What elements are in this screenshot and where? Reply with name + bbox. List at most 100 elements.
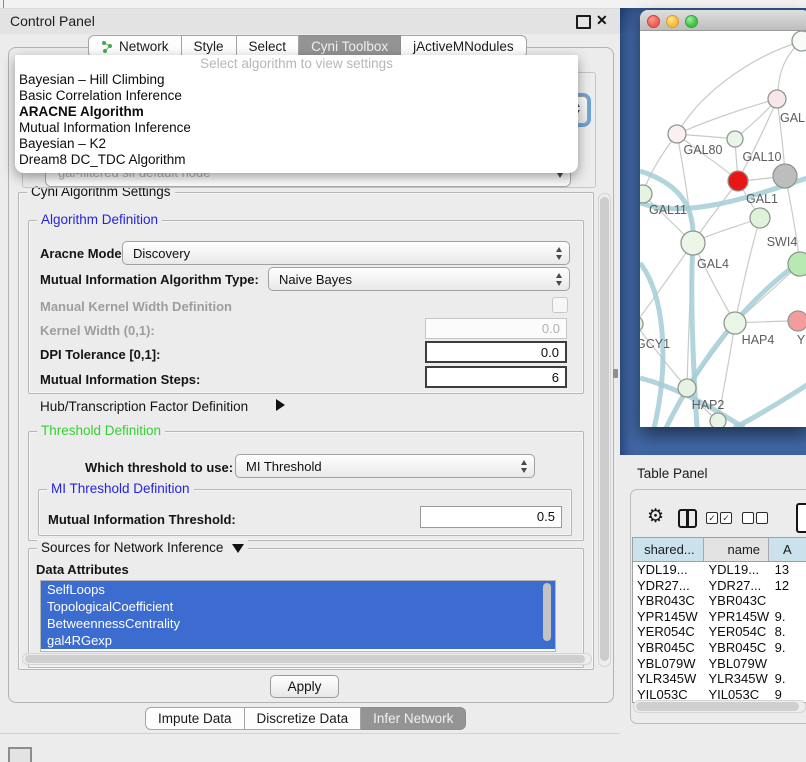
settings-horizontal-scrollbar[interactable] xyxy=(22,653,592,665)
algorithm-option[interactable]: Basic Correlation Inference xyxy=(15,88,578,104)
scrollbar-thumb[interactable] xyxy=(600,197,609,661)
algorithm-option[interactable]: Bayesian – K2 xyxy=(15,136,578,152)
table-row[interactable]: YER054CYER054C8. xyxy=(633,624,806,640)
checked-checkbox-icon[interactable]: ✓ xyxy=(706,512,718,524)
table-row[interactable]: YBR045CYBR045C9. xyxy=(633,640,806,656)
apply-button[interactable]: Apply xyxy=(270,675,339,698)
scrollbar-thumb[interactable] xyxy=(543,583,551,641)
aracne-mode-combo[interactable]: Discovery xyxy=(122,241,570,265)
aracne-mode-label: Aracne Mode: xyxy=(40,246,126,261)
network-node[interactable] xyxy=(792,31,806,51)
collapsed-arrow-icon[interactable] xyxy=(276,399,285,411)
expanded-arrow-icon[interactable] xyxy=(232,544,244,553)
network-node[interactable] xyxy=(768,90,786,108)
network-node[interactable] xyxy=(640,185,652,203)
algorithm-option[interactable]: Dream8 DC_TDC Algorithm xyxy=(15,152,578,168)
network-node[interactable] xyxy=(727,131,743,147)
network-edge xyxy=(738,99,777,181)
minimize-traffic-light[interactable] xyxy=(666,15,679,28)
column-header[interactable]: name xyxy=(704,538,769,561)
tab-label: Infer Network xyxy=(373,708,453,729)
network-node[interactable] xyxy=(678,379,696,397)
network-edge xyxy=(693,243,735,323)
tab-impute-data[interactable]: Impute Data xyxy=(145,707,245,730)
mi-threshold-input[interactable]: 0.5 xyxy=(420,506,562,528)
data-attribute-item[interactable]: gal4RGexp xyxy=(41,632,555,649)
table-cell: YLR345W xyxy=(633,671,705,687)
node-table: shared...nameA YDL19...YDL19...13YDR27..… xyxy=(632,537,806,703)
mi-steps-input[interactable]: 6 xyxy=(425,366,567,388)
column-header[interactable]: shared... xyxy=(633,538,704,561)
tab-label: Cyni Toolbox xyxy=(311,36,388,57)
zoom-traffic-light[interactable] xyxy=(685,15,698,28)
which-threshold-label: Which threshold to use: xyxy=(85,460,233,475)
threshold-definition-title: Threshold Definition xyxy=(37,423,165,438)
table-row[interactable]: YBR043CYBR043C xyxy=(633,593,806,609)
hub-definition-label[interactable]: Hub/Transcription Factor Definition xyxy=(40,399,248,414)
tab-discretize-data[interactable]: Discretize Data xyxy=(245,707,362,730)
table-row[interactable]: YBL079WYBL079W xyxy=(633,656,806,672)
table-row[interactable]: YDR27...YDR27...12 xyxy=(633,578,806,594)
algorithm-option[interactable]: Mutual Information Inference xyxy=(15,120,578,136)
float-panel-icon[interactable] xyxy=(576,15,591,29)
node-label: HAP4 xyxy=(742,333,775,347)
document-icon[interactable] xyxy=(796,503,806,533)
combo-stepper-icon xyxy=(556,247,562,260)
mi-threshold-label: Mutual Information Threshold: xyxy=(48,512,236,527)
algorithm-option[interactable]: ARACNE Algorithm xyxy=(15,104,578,120)
splitter-handle[interactable] xyxy=(613,369,618,378)
table-cell xyxy=(771,656,806,672)
combo-stepper-icon xyxy=(521,460,527,473)
network-node[interactable] xyxy=(640,316,643,332)
network-edge xyxy=(640,243,693,324)
mi-algorithm-type-combo[interactable]: Naive Bayes xyxy=(268,267,570,291)
data-attribute-item[interactable]: SelfLoops xyxy=(41,581,555,598)
algorithm-option[interactable]: Bayesian – Hill Climbing xyxy=(15,72,578,88)
checked-checkbox-icon[interactable]: ✓ xyxy=(720,512,732,524)
table-cell: YBL079W xyxy=(633,656,705,672)
table-cell xyxy=(771,593,806,609)
kernel-width-input[interactable]: 0.0 xyxy=(425,318,567,339)
dropdown-placeholder: Select algorithm to view settings xyxy=(15,55,578,72)
network-node[interactable] xyxy=(710,413,726,427)
network-node[interactable] xyxy=(750,208,770,228)
data-attribute-item[interactable]: TopologicalCoefficient xyxy=(41,598,555,615)
table-cell: YDR27... xyxy=(705,578,771,594)
list-vertical-scrollbar[interactable] xyxy=(542,582,552,648)
manual-kernel-width-checkbox[interactable] xyxy=(552,297,568,313)
network-node[interactable] xyxy=(668,125,686,143)
columns-icon[interactable] xyxy=(678,509,697,528)
which-threshold-value: MI Threshold xyxy=(246,459,322,474)
panel-toggle-icon[interactable] xyxy=(8,747,32,762)
network-window-titlebar[interactable] xyxy=(640,10,806,31)
unchecked-checkbox-icon[interactable] xyxy=(756,512,768,524)
network-node[interactable] xyxy=(773,164,797,188)
dpi-tolerance-input[interactable]: 0.0 xyxy=(425,341,567,363)
settings-vertical-scrollbar[interactable] xyxy=(598,193,611,667)
column-header[interactable]: A xyxy=(769,538,806,561)
network-canvas[interactable]: GALGAL80GAL10GAL1GAL11SWI4GAL4GCY1HAP4YH… xyxy=(640,31,806,427)
close-icon[interactable]: ✕ xyxy=(596,12,608,29)
unchecked-checkbox-icon[interactable] xyxy=(742,512,754,524)
network-node[interactable] xyxy=(788,311,806,331)
table-cell: 12 xyxy=(771,578,806,594)
scrollbar-thumb[interactable] xyxy=(25,655,585,663)
which-threshold-combo[interactable]: MI Threshold xyxy=(235,454,535,478)
table-cell: YBR045C xyxy=(633,640,705,656)
table-row[interactable]: YPR145WYPR145W9. xyxy=(633,609,806,625)
close-traffic-light[interactable] xyxy=(647,15,660,28)
network-node[interactable] xyxy=(728,171,748,191)
table-row[interactable]: YDL19...YDL19...13 xyxy=(633,562,806,578)
network-window[interactable]: GALGAL80GAL10GAL1GAL11SWI4GAL4GCY1HAP4YH… xyxy=(640,10,806,427)
data-attribute-item[interactable]: BetweennessCentrality xyxy=(41,615,555,632)
tab-infer-network[interactable]: Infer Network xyxy=(361,707,466,730)
network-node[interactable] xyxy=(724,312,746,334)
node-label: GAL80 xyxy=(684,143,723,157)
gear-icon[interactable]: ⚙ xyxy=(647,505,664,528)
node-label: GAL4 xyxy=(697,257,729,271)
scrollbar-thumb[interactable] xyxy=(636,702,799,711)
table-horizontal-scrollbar[interactable] xyxy=(633,700,806,713)
network-node[interactable] xyxy=(788,252,806,276)
table-row[interactable]: YLR345WYLR345W9. xyxy=(633,671,806,687)
network-node[interactable] xyxy=(681,231,705,255)
